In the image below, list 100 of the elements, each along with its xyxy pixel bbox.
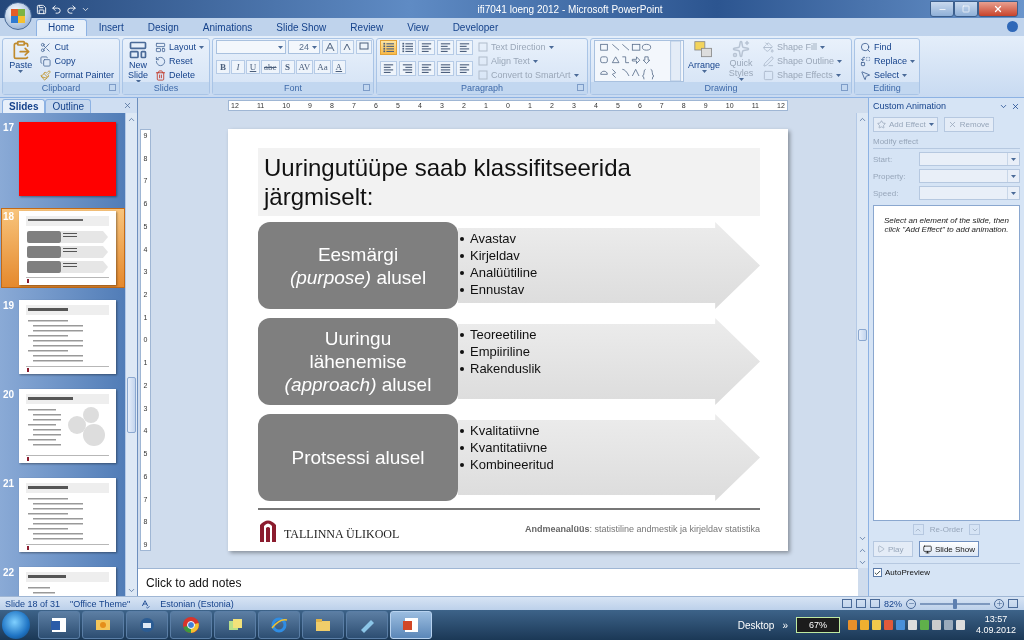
close-icon[interactable] (123, 101, 132, 110)
ribbon-tab[interactable]: Review (338, 19, 396, 36)
zoom-in-icon[interactable] (994, 598, 1004, 609)
bullet-icon (460, 270, 464, 275)
taskbar-button[interactable] (346, 611, 388, 639)
autopreview-checkbox[interactable]: AutoPreview (873, 563, 1020, 577)
grow-font-button[interactable] (322, 40, 338, 54)
paragraph-button[interactable] (418, 40, 435, 55)
scroll-thumb[interactable] (858, 328, 867, 341)
slideshow-view-icon[interactable] (870, 599, 880, 608)
slide-thumbnail[interactable] (19, 300, 116, 374)
ribbon-tab[interactable]: Slide Show (264, 19, 339, 36)
taskbar-button[interactable] (214, 611, 256, 639)
shrink-font-button[interactable] (340, 40, 354, 54)
slide-number: 19 (3, 300, 16, 311)
paragraph-button[interactable] (456, 40, 473, 55)
ribbon-button[interactable]: Delete (153, 68, 207, 82)
format-button[interactable]: A (331, 60, 346, 74)
ribbon-button[interactable]: Reset (153, 54, 207, 68)
close-button[interactable] (978, 1, 1018, 17)
taskbar-button[interactable] (170, 611, 212, 639)
ribbon-button[interactable]: Copy (38, 54, 116, 68)
window-title: ifi7041 loeng 2012 - Microsoft PowerPoint (476, 3, 664, 15)
restore-button[interactable] (954, 1, 978, 17)
ribbon-large-button[interactable]: New Slide (126, 40, 150, 83)
paragraph-button[interactable] (399, 40, 416, 55)
slide-thumbnail[interactable] (19, 389, 116, 463)
format-button[interactable]: U (246, 60, 260, 74)
fit-to-window-icon[interactable] (1008, 599, 1018, 608)
dialog-launcher-icon[interactable] (841, 84, 848, 92)
scrollbar[interactable] (856, 113, 868, 568)
slide-number: 22 (3, 567, 16, 578)
clear-format-button[interactable] (356, 40, 372, 54)
normal-view-icon[interactable] (842, 599, 852, 608)
undo-icon[interactable] (51, 3, 62, 15)
pane-tab[interactable]: Slides (2, 99, 46, 113)
taskbar-button[interactable] (126, 611, 168, 639)
ribbon-button[interactable]: Format Painter (38, 68, 116, 82)
pointer-icon (860, 69, 871, 81)
close-icon[interactable] (1011, 101, 1020, 111)
format-button[interactable]: abe (261, 60, 280, 74)
sorter-view-icon[interactable] (856, 599, 866, 608)
scroll-thumb[interactable] (127, 377, 136, 433)
slide-thumbnail[interactable] (19, 478, 116, 552)
paragraph-button[interactable] (418, 61, 435, 76)
square-icon (763, 69, 774, 81)
pane-tab[interactable]: Outline (45, 99, 92, 113)
shapes-gallery[interactable] (594, 40, 684, 82)
category-box: Protsessi alusel (258, 414, 458, 501)
caret-icon (1011, 191, 1016, 195)
dialog-launcher-icon[interactable] (109, 84, 116, 92)
ribbon-tab[interactable]: Animations (190, 19, 265, 36)
toolbar-more[interactable]: » (782, 619, 788, 631)
ribbon-button[interactable]: Cut (38, 40, 116, 54)
slide-thumbnail[interactable] (19, 122, 116, 196)
taskbar-button[interactable] (38, 611, 80, 639)
ribbon-large-button[interactable]: Paste (6, 40, 36, 73)
paragraph-button[interactable] (456, 61, 473, 76)
font-name-field[interactable] (216, 40, 286, 54)
ribbon-tab[interactable]: Home (36, 19, 87, 36)
format-button[interactable]: S (280, 60, 295, 74)
minimize-button[interactable] (930, 1, 954, 17)
ribbon-button[interactable]: Find (858, 40, 918, 54)
ribbon-button[interactable]: Replace (858, 54, 918, 68)
ribbon-button[interactable]: Select (858, 68, 918, 82)
start-button[interactable] (2, 611, 30, 639)
format-button[interactable]: B (216, 60, 230, 74)
ribbon-tab[interactable]: View (395, 19, 441, 36)
slide-thumbnail[interactable] (19, 211, 116, 285)
slide-show-button[interactable]: Slide Show (919, 541, 980, 557)
paragraph-button[interactable] (399, 61, 416, 76)
paragraph-button[interactable] (437, 61, 454, 76)
ribbon-tab[interactable]: Insert (86, 19, 136, 36)
dialog-launcher-icon[interactable] (577, 84, 584, 92)
paragraph-button[interactable] (437, 40, 454, 55)
scrollbar[interactable] (125, 113, 137, 596)
ribbon-tab[interactable]: Design (135, 19, 191, 36)
notes-field[interactable]: Click to add notes (138, 568, 858, 596)
ribbon-tab[interactable]: Developer (440, 19, 511, 36)
font-size-field[interactable]: 24 (288, 40, 320, 54)
help-icon[interactable] (1007, 21, 1018, 32)
office-button[interactable] (4, 2, 32, 30)
redo-icon[interactable] (66, 3, 77, 15)
dialog-launcher-icon[interactable] (363, 84, 370, 92)
format-button[interactable]: AV (295, 60, 314, 74)
copy-icon (40, 55, 52, 67)
taskbar-button[interactable] (82, 611, 124, 639)
format-button[interactable]: Aa (314, 60, 331, 74)
save-icon[interactable] (36, 3, 47, 15)
ribbon-button[interactable]: Layout (153, 40, 207, 54)
bullet-icon (460, 445, 464, 450)
list-item: Ennustav (470, 281, 525, 298)
office-logo-icon (11, 9, 25, 23)
paragraph-button[interactable] (380, 61, 397, 76)
format-button[interactable]: I (231, 60, 245, 74)
zoom-slider[interactable] (953, 598, 957, 609)
group-label: Slides (153, 83, 179, 94)
taskbar-button[interactable] (302, 611, 344, 639)
paragraph-button[interactable] (380, 40, 397, 55)
ribbon-large-button[interactable]: Arrange (687, 40, 721, 73)
